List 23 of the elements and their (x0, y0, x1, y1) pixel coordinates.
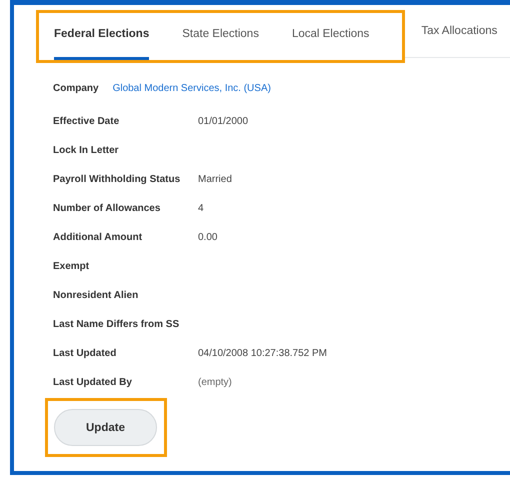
tab[interactable]: Federal Elections (54, 13, 150, 60)
field-label: Exempt (53, 261, 90, 274)
tab[interactable]: Local Elections (292, 13, 370, 60)
field-value: (empty) (198, 377, 233, 390)
company-link[interactable]: Global Modern Services, Inc. (USA) (112, 83, 271, 94)
field-label: Last Name Differs from SS (53, 319, 180, 332)
field-label: Company (53, 83, 99, 94)
tab[interactable]: State Elections (182, 13, 259, 60)
field-value: 0.00 (198, 232, 218, 245)
field-label: Number of Allowances (53, 203, 162, 216)
field-label: Last Updated (53, 348, 118, 361)
field-label: Lock In Letter (53, 145, 120, 158)
field-label: Effective Date (53, 116, 120, 129)
field-value: Married (198, 174, 233, 187)
tab[interactable]: Tax Allocations (405, 10, 498, 57)
field-value: 01/01/2000 (198, 116, 250, 129)
field-label: Nonresident Alien (53, 290, 140, 303)
field-label: Last Updated By (53, 377, 133, 390)
update-button[interactable]: Update (54, 409, 157, 446)
field-label: Additional Amount (53, 232, 144, 245)
field-value: 04/10/2008 10:27:38.752 PM (198, 348, 328, 361)
field-label: Payroll Withholding Status (53, 174, 182, 187)
field-value: 4 (198, 203, 205, 216)
